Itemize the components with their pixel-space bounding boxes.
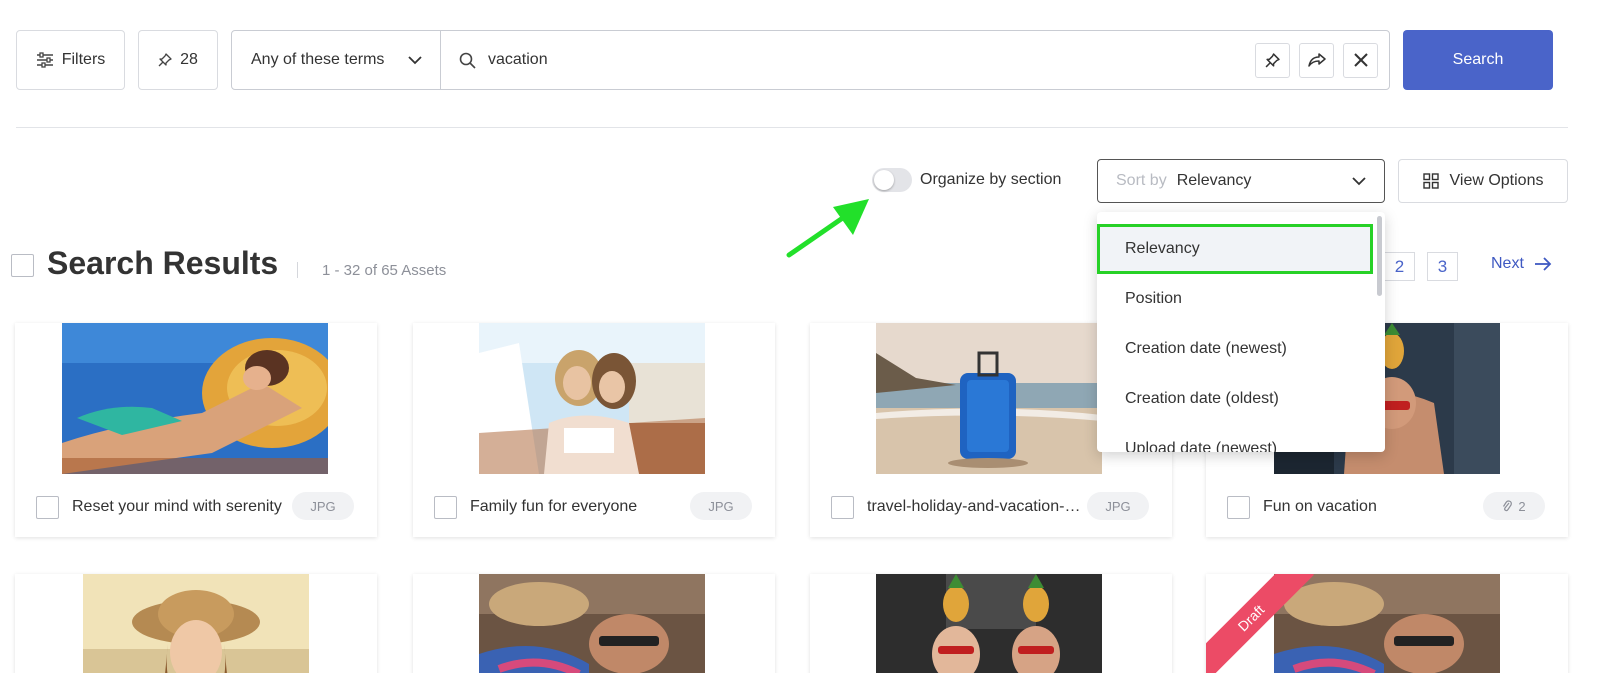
search-query: vacation: [488, 51, 548, 68]
asset-thumbnail[interactable]: [479, 323, 705, 474]
draft-ribbon-label: Draft: [1206, 574, 1314, 673]
asset-title: Reset your mind with serenity: [72, 498, 282, 515]
sort-by-value: Relevancy: [1176, 172, 1252, 189]
organize-by-section-toggle[interactable]: [872, 168, 912, 192]
results-title: Search Results: [47, 245, 279, 281]
search-icon: [459, 52, 476, 69]
view-options-button[interactable]: View Options: [1398, 159, 1568, 203]
view-options-label: View Options: [1449, 172, 1544, 189]
sort-option-relevancy[interactable]: Relevancy: [1097, 224, 1373, 274]
terms-mode-value: Any of these terms: [251, 51, 385, 68]
results-count: 1 - 32 of 65 Assets: [322, 262, 447, 279]
paperclip-icon: [1503, 499, 1513, 511]
asset-thumbnail[interactable]: [876, 574, 1102, 673]
sort-by-menu: Relevancy Position Creation date (newest…: [1097, 212, 1385, 452]
asset-thumbnail[interactable]: [876, 323, 1102, 474]
draft-ribbon: Draft: [1206, 574, 1316, 673]
title-separator: [297, 262, 298, 278]
asset-checkbox[interactable]: [1227, 496, 1250, 519]
asset-title: travel-holiday-and-vacation-concept: [867, 498, 1084, 515]
asset-card[interactable]: Reset your mind with serenity JPG: [15, 323, 377, 537]
asset-title: Family fun for everyone: [470, 498, 638, 515]
search-button[interactable]: Search: [1403, 30, 1553, 90]
sort-option-creation-oldest[interactable]: Creation date (oldest): [1097, 374, 1373, 424]
share-search-button[interactable]: [1299, 42, 1334, 78]
chevron-down-icon: [1352, 176, 1366, 185]
asset-checkbox[interactable]: [831, 496, 854, 519]
asset-image: [479, 323, 705, 474]
asset-card[interactable]: [810, 574, 1172, 673]
asset-image: [876, 323, 1102, 474]
search-box: Any of these terms vacation: [231, 30, 1390, 90]
filters-button[interactable]: Filters: [16, 30, 125, 90]
sort-option-creation-newest[interactable]: Creation date (newest): [1097, 324, 1373, 374]
asset-footer: Fun on vacation 2: [1206, 474, 1568, 537]
file-type-badge: JPG: [292, 492, 354, 520]
asset-card[interactable]: Draft: [1206, 574, 1568, 673]
file-type-badge: JPG: [690, 492, 752, 520]
asset-card[interactable]: [15, 574, 377, 673]
asset-thumbnail[interactable]: [479, 574, 705, 673]
menu-scrollbar[interactable]: [1377, 216, 1382, 296]
asset-thumbnail[interactable]: [62, 323, 328, 474]
asset-footer: Family fun for everyone JPG: [413, 474, 775, 537]
asset-image: [876, 574, 1102, 673]
clear-search-button[interactable]: [1343, 42, 1378, 78]
asset-image: [62, 323, 328, 474]
search-input[interactable]: vacation: [441, 31, 1255, 89]
filters-label: Filters: [61, 51, 106, 68]
search-field-actions: [1255, 31, 1389, 89]
asset-footer: Reset your mind with serenity JPG: [15, 474, 377, 537]
toolbar-divider: [16, 127, 1568, 128]
attachment-count: 2: [1518, 498, 1526, 514]
sort-option-position[interactable]: Position: [1097, 274, 1373, 324]
organize-by-section-label: Organize by section: [920, 171, 1062, 188]
asset-image: [479, 574, 705, 673]
next-label: Next: [1491, 255, 1524, 272]
pinned-count: 28: [180, 51, 198, 68]
attachment-count-badge: 2: [1483, 492, 1545, 520]
asset-checkbox[interactable]: [434, 496, 457, 519]
sort-option-upload-newest[interactable]: Upload date (newest): [1097, 424, 1373, 452]
next-page-link[interactable]: Next: [1491, 255, 1552, 273]
terms-mode-select[interactable]: Any of these terms: [232, 31, 441, 89]
asset-card[interactable]: Family fun for everyone JPG: [413, 323, 775, 537]
pin-icon: [1265, 52, 1280, 67]
asset-card[interactable]: [413, 574, 775, 673]
annotation-arrow-icon: [786, 199, 869, 258]
pinned-items-button[interactable]: 28: [138, 30, 218, 90]
grid-icon: [1422, 173, 1439, 189]
asset-thumbnail[interactable]: [83, 574, 309, 673]
share-arrow-icon: [1307, 53, 1326, 67]
pin-icon: [158, 53, 172, 67]
asset-title: Fun on vacation: [1263, 498, 1377, 515]
asset-checkbox[interactable]: [36, 496, 59, 519]
page-3-button[interactable]: 3: [1427, 252, 1458, 281]
chevron-down-icon: [408, 55, 422, 64]
sort-by-prefix: Sort by: [1116, 172, 1167, 189]
search-toolbar: Filters 28 Any of these terms vacation S…: [16, 30, 1568, 90]
file-type-badge: JPG: [1087, 492, 1149, 520]
asset-image: [83, 574, 309, 673]
page-2-button[interactable]: 2: [1384, 252, 1415, 281]
toggle-knob: [874, 170, 894, 190]
select-all-checkbox[interactable]: [11, 254, 34, 277]
sort-by-select[interactable]: Sort by Relevancy: [1097, 159, 1385, 203]
pin-search-button[interactable]: [1255, 42, 1290, 78]
asset-footer: travel-holiday-and-vacation-concept JPG: [810, 474, 1172, 537]
sliders-icon: [36, 52, 53, 68]
arrow-right-icon: [1534, 257, 1552, 271]
close-icon: [1353, 53, 1368, 67]
